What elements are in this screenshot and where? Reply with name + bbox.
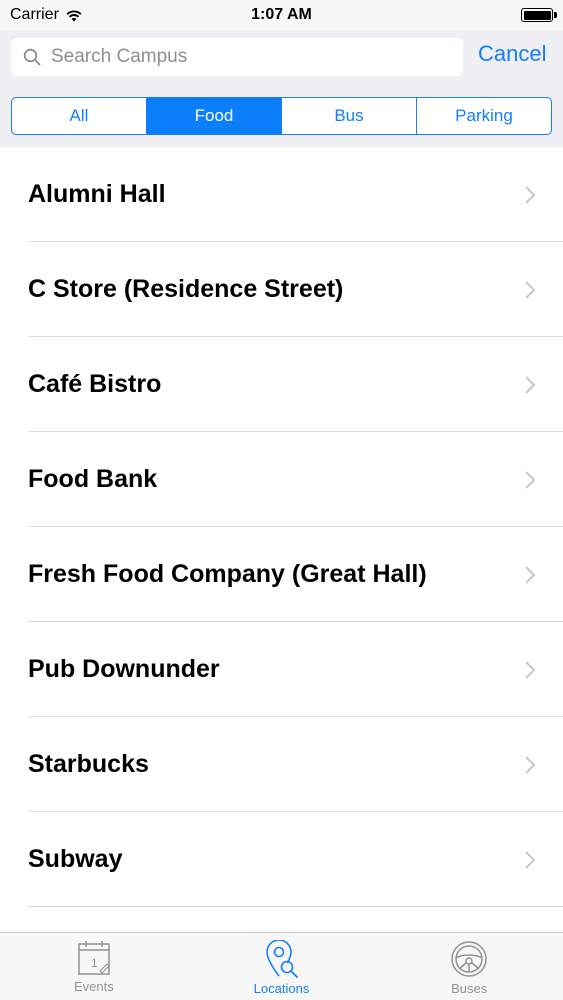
list-item-label: Starbucks <box>28 750 149 778</box>
list-item[interactable]: Alumni Hall <box>0 147 563 242</box>
tab-buses[interactable]: Buses <box>375 933 563 1000</box>
segment-food[interactable]: Food <box>147 98 282 134</box>
list-item-label: C Store (Residence Street) <box>28 275 344 303</box>
search-input[interactable] <box>51 46 431 68</box>
status-bar: Carrier 1:07 AM <box>0 0 563 30</box>
list-item[interactable]: C Store (Residence Street) <box>0 242 563 337</box>
segment-label: Parking <box>455 106 513 125</box>
calendar-icon: 1 <box>78 941 110 975</box>
list-item[interactable]: Food Bank <box>0 432 563 527</box>
cancel-button[interactable]: Cancel <box>478 41 546 67</box>
tab-bar: 1 Events Locations Buses <box>0 932 563 1000</box>
tab-label: Events <box>73 979 114 994</box>
tab-label: Locations <box>253 981 310 996</box>
search-field[interactable] <box>11 38 463 76</box>
map-pin-search-icon <box>265 940 298 978</box>
list-item[interactable]: Subway <box>0 812 563 907</box>
list-item-label: Subway <box>28 845 123 873</box>
search-header: Cancel All Food Bus Parking <box>0 30 563 147</box>
tab-label: Buses <box>451 981 488 996</box>
steering-wheel-icon <box>451 941 487 977</box>
segment-all[interactable]: All <box>12 98 147 134</box>
list-item[interactable]: Fresh Food Company (Great Hall) <box>0 527 563 622</box>
status-time: 1:07 AM <box>251 6 312 23</box>
list-item-label: Pub Downunder <box>28 655 220 683</box>
list-item-label: Café Bistro <box>28 370 162 398</box>
list-item-label: Alumni Hall <box>28 180 166 208</box>
chevron-right-icon <box>525 566 536 584</box>
location-list: Alumni Hall C Store (Residence Street) C… <box>0 147 563 932</box>
chevron-right-icon <box>525 756 536 774</box>
search-icon <box>23 48 41 66</box>
segment-label: Bus <box>334 106 364 125</box>
list-item[interactable]: Pub Downunder <box>0 622 563 717</box>
chevron-right-icon <box>525 851 536 869</box>
chevron-right-icon <box>525 281 536 299</box>
battery-icon <box>521 8 557 22</box>
tab-locations[interactable]: Locations <box>188 933 376 1000</box>
segment-bus[interactable]: Bus <box>282 98 417 134</box>
category-segmented-control: All Food Bus Parking <box>11 97 552 135</box>
segment-parking[interactable]: Parking <box>417 98 551 134</box>
tab-events[interactable]: 1 Events <box>0 933 188 1000</box>
segment-label: All <box>69 106 89 125</box>
svg-text:1: 1 <box>91 956 98 970</box>
chevron-right-icon <box>525 186 536 204</box>
chevron-right-icon <box>525 471 536 489</box>
chevron-right-icon <box>525 661 536 679</box>
list-item-label: Food Bank <box>28 465 158 493</box>
list-item-label: Fresh Food Company (Great Hall) <box>28 560 427 588</box>
list-item[interactable]: Starbucks <box>0 717 563 812</box>
segment-label: Food <box>194 106 234 125</box>
chevron-right-icon <box>525 376 536 394</box>
list-item[interactable]: Café Bistro <box>0 337 563 432</box>
